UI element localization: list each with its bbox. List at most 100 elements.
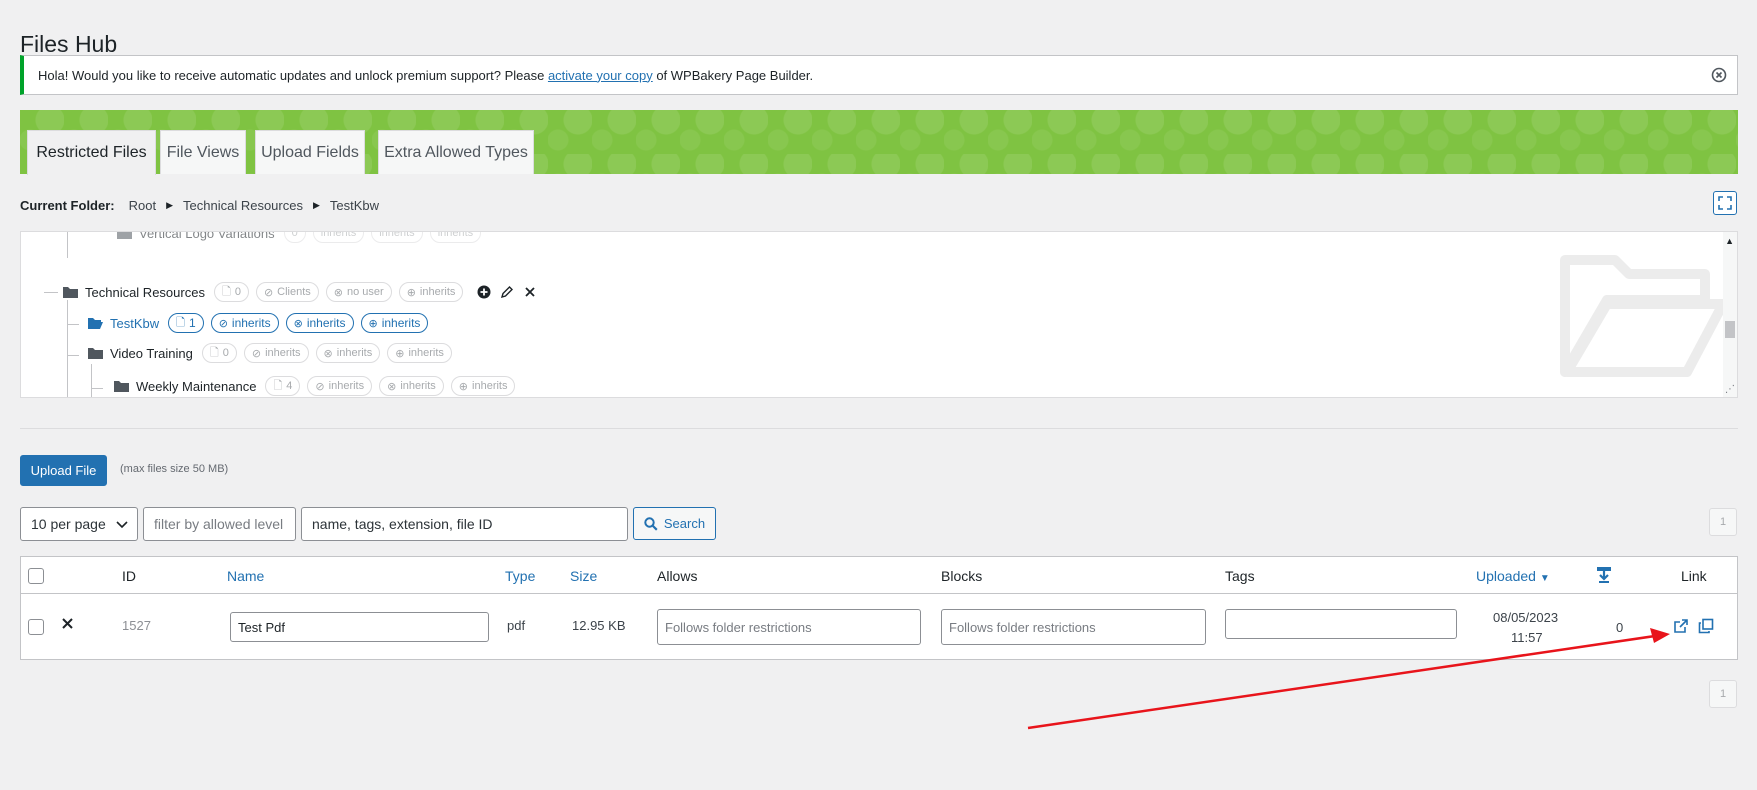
tree-item-weekly-maintenance[interactable]: Weekly Maintenance 🗋 4 ⊘ inherits ⊗ inherit…: [114, 376, 516, 396]
uploaded-date: 08/05/2023: [1493, 610, 1559, 625]
sort-desc-icon: ▼: [1539, 573, 1550, 584]
breadcrumb-separator-icon: ▶: [312, 200, 320, 210]
notice-text: Hola! Would you like to receive automati…: [38, 67, 814, 83]
allow-badge: ⊘ Clients: [255, 282, 319, 302]
block-badge: ⊗ inherits: [379, 376, 444, 396]
pagination-top[interactable]: 1: [1709, 508, 1737, 536]
folder-open-icon: [88, 318, 103, 329]
header-tags: Tags: [1225, 568, 1255, 584]
dismiss-notice-icon[interactable]: [1711, 67, 1727, 83]
activate-copy-link[interactable]: activate your copy: [548, 68, 653, 83]
tree-connector: [67, 232, 68, 258]
resize-handle-icon[interactable]: ⋰: [1725, 384, 1735, 395]
allow-badge: inherits: [312, 232, 365, 243]
tree-connector: [91, 364, 92, 397]
allowed-level-filter-input[interactable]: filter by allowed level: [143, 507, 296, 541]
delete-x-icon[interactable]: [522, 284, 538, 300]
update-notice: Hola! Would you like to receive automati…: [20, 55, 1738, 95]
header-blocks: Blocks: [941, 568, 983, 584]
breadcrumb-label: Current Folder:: [20, 198, 115, 213]
breadcrumb-item-testkbw[interactable]: TestKbw: [330, 198, 379, 213]
scrollbar-thumb[interactable]: [1725, 321, 1735, 338]
file-count-badge: 🗋 0: [213, 282, 249, 302]
allow-badge: ⊘ inherits: [243, 343, 309, 363]
block-badge: ⊗ no user: [325, 282, 392, 302]
folder-icon: [88, 348, 103, 359]
pagination-bottom[interactable]: 1: [1709, 680, 1737, 708]
tab-file-views[interactable]: File Views: [160, 130, 246, 174]
file-count-badge: 🗋 4: [265, 376, 301, 396]
download-badge: ⊕ inherits: [387, 343, 452, 363]
file-name-input[interactable]: Test Pdf: [230, 612, 489, 642]
header-link: Link: [1681, 568, 1707, 584]
tabs-band: Restricted Files File Views Upload Field…: [20, 110, 1738, 175]
breadcrumb-item-technical-resources[interactable]: Technical Resources: [183, 198, 303, 213]
folder-tree[interactable]: Vertical Logo Variations 0 inherits inhe…: [20, 231, 1738, 398]
upload-file-button[interactable]: Upload File: [20, 455, 107, 486]
select-all-checkbox[interactable]: [28, 568, 44, 584]
folder-icon: [63, 287, 78, 298]
header-type[interactable]: Type: [505, 568, 535, 584]
breadcrumb-separator-icon: ▶: [166, 200, 174, 210]
row-checkbox[interactable]: [28, 619, 44, 635]
section-divider: [20, 428, 1738, 429]
file-count-badge: 0: [283, 232, 306, 243]
blocks-input[interactable]: Follows folder restrictions: [941, 609, 1206, 645]
per-page-select[interactable]: 10 per page: [20, 507, 138, 541]
fullscreen-button[interactable]: [1713, 191, 1737, 215]
search-input[interactable]: name, tags, extension, file ID: [301, 507, 628, 541]
copy-link-icon[interactable]: [1697, 617, 1715, 635]
tree-connector: [67, 355, 79, 356]
add-folder-icon[interactable]: [476, 284, 492, 300]
download-badge: ⊕ inherits: [398, 282, 464, 302]
expand-icon: [1718, 196, 1732, 210]
folder-icon: [114, 381, 129, 392]
tree-item-video-training[interactable]: Video Training 🗋 0 ⊘ inherits ⊗ inherits ⊕ i…: [88, 343, 452, 363]
delete-file-icon[interactable]: [61, 617, 74, 633]
files-table: ID Name Type Size Allows Blocks Tags Upl…: [20, 556, 1738, 660]
search-icon: [644, 516, 658, 531]
header-name[interactable]: Name: [227, 568, 264, 584]
scroll-up-icon[interactable]: ▲: [1725, 236, 1734, 246]
download-count-icon[interactable]: [1596, 566, 1612, 587]
breadcrumb-item-root[interactable]: Root: [129, 198, 156, 213]
tab-extra-allowed-types[interactable]: Extra Allowed Types: [378, 130, 534, 174]
tab-restricted-files[interactable]: Restricted Files: [27, 130, 156, 175]
file-count-badge: 🗋 1: [168, 313, 204, 333]
search-button[interactable]: Search: [633, 507, 716, 540]
tab-upload-fields[interactable]: Upload Fields: [255, 130, 365, 174]
folder-icon: [117, 232, 132, 239]
download-badge: inherits: [429, 232, 482, 243]
download-badge: ⊕ inherits: [450, 376, 516, 396]
allows-input[interactable]: Follows folder restrictions: [657, 609, 921, 645]
tree-item-technical-resources[interactable]: Technical Resources 🗋 0 ⊘ Clients ⊗ no user…: [63, 282, 538, 302]
folder-watermark-icon: [1560, 255, 1725, 377]
file-size: 12.95 KB: [572, 618, 626, 633]
uploaded-time: 11:57: [1511, 630, 1543, 645]
tree-connector: [44, 292, 58, 293]
tags-textarea[interactable]: [1225, 609, 1457, 639]
header-allows: Allows: [657, 568, 698, 584]
header-id: ID: [122, 568, 136, 584]
edit-pencil-icon[interactable]: [499, 284, 515, 300]
file-count-badge: 🗋 0: [201, 343, 237, 363]
table-header: ID Name Type Size Allows Blocks Tags Upl…: [21, 557, 1737, 594]
chevron-down-icon: [116, 521, 128, 529]
allow-badge: ⊘ inherits: [307, 376, 373, 396]
breadcrumb: Current Folder: Root ▶ Technical Resourc…: [20, 198, 379, 213]
max-size-note: (max files size 50 MB): [120, 463, 229, 475]
header-size[interactable]: Size: [570, 568, 597, 584]
open-link-icon[interactable]: [1672, 617, 1690, 635]
file-id: 1527: [122, 618, 151, 633]
block-badge: inherits: [371, 232, 423, 243]
tree-scrollbar[interactable]: [1723, 232, 1737, 397]
tree-connector: [67, 324, 79, 325]
block-badge: ⊗ inherits: [315, 343, 381, 363]
tree-item-testkbw[interactable]: TestKbw 🗋 1 ⊘ inherits ⊗ inherits ⊕ inherits: [88, 313, 429, 333]
file-type: pdf: [507, 618, 526, 633]
tree-connector: [91, 388, 103, 389]
download-badge: ⊕ inherits: [360, 313, 429, 333]
tree-connector: [67, 300, 68, 397]
tree-item-partial[interactable]: Vertical Logo Variations 0 inherits inhe…: [117, 232, 482, 243]
header-uploaded[interactable]: Uploaded ▼: [1476, 568, 1550, 584]
